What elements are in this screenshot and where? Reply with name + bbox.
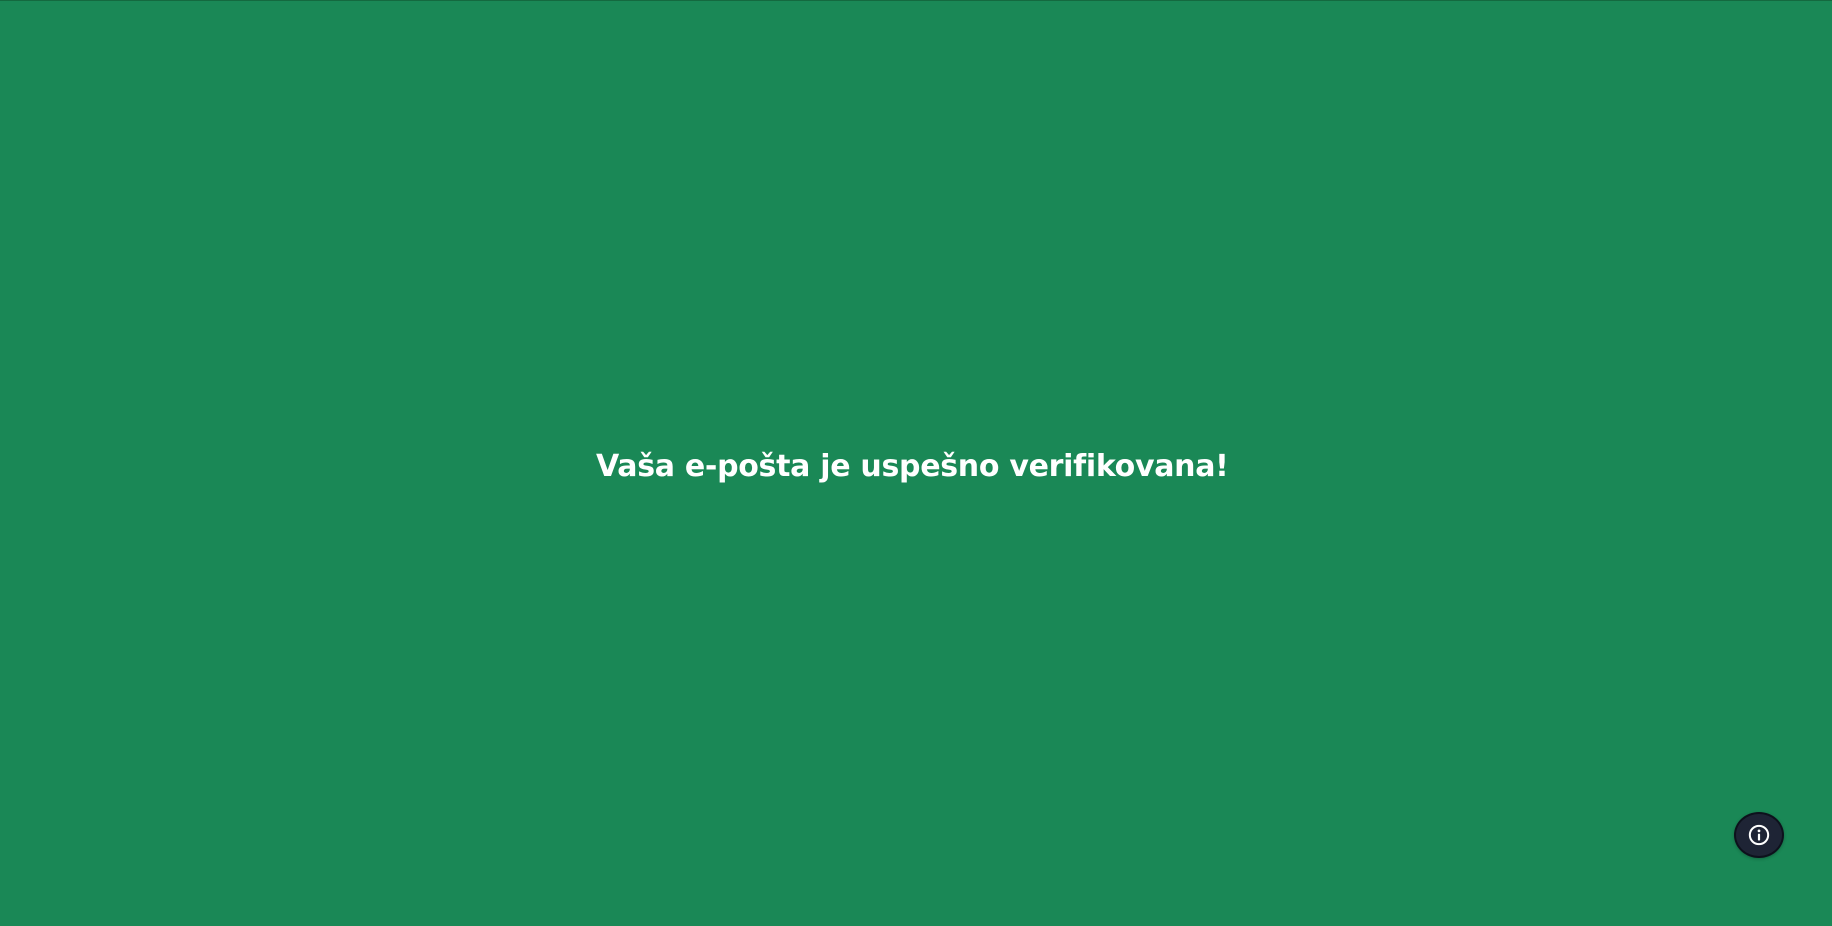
verification-success-message: Vaša e-pošta je uspešno verifikovana! [596,449,1229,484]
info-button[interactable] [1734,812,1784,858]
info-icon [1747,823,1771,847]
verification-page: Vaša e-pošta je uspešno verifikovana! [0,1,1832,926]
